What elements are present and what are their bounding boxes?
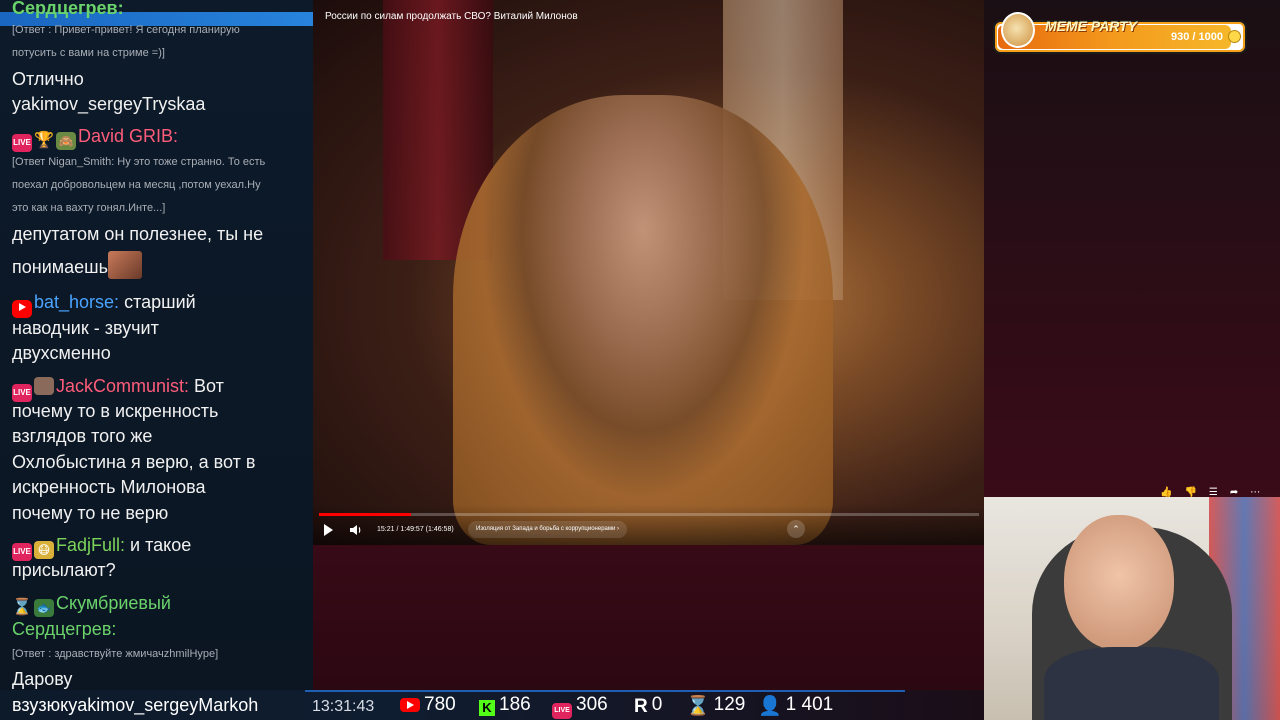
chat-username: FadjFull: (56, 535, 126, 555)
chat-message: почему то в искренность (12, 401, 219, 421)
meme-count: 930 / 1000 (1171, 31, 1223, 43)
emote-badge-icon: 🐟 (34, 599, 54, 617)
meme-title: MEME PARTY (1045, 18, 1138, 34)
twitch-viewers: ⌛ 129 (686, 694, 745, 718)
video-person (453, 95, 833, 545)
progress-fill (319, 513, 412, 516)
chevron-up-icon[interactable]: ⌃ (787, 520, 805, 538)
user-icon: 👤 (758, 696, 782, 717)
youtube-icon (400, 698, 420, 712)
emote-badge-icon: 😷 (34, 541, 54, 559)
time-display: 15:21 / 1:49:57 (1:46:58) (377, 526, 454, 533)
kick-count: 186 (499, 694, 531, 715)
rutube-icon: R (634, 696, 648, 717)
chat-username: Сердцегрев: (12, 619, 117, 639)
chat-username: bat_horse: (34, 292, 120, 312)
chat-message: ⌛ 🐟 Скумбриевый (12, 591, 308, 617)
progress-bar[interactable] (319, 513, 979, 516)
avatar-badge-icon (34, 377, 54, 395)
chat-username: JackCommunist: (56, 376, 190, 396)
chat-reply: поехал добровольцем на месяц ,потом уеха… (12, 179, 261, 191)
vkplay-count: 306 (576, 694, 608, 715)
chat-message: bat_horse: старший (12, 290, 308, 318)
chat-text: Вот (194, 376, 224, 396)
stats-accent-line (305, 690, 905, 692)
vkplay-viewers: LIVE 306 (552, 694, 608, 719)
chat-message: двухсменно (12, 343, 111, 363)
chat-message: взглядов того же (12, 426, 153, 446)
chat-message: понимаешь (12, 251, 308, 280)
chat-message: почему то не верю (12, 503, 169, 523)
volume-icon[interactable] (349, 523, 363, 537)
kick-viewers: K 186 (479, 694, 531, 716)
vk-live-icon: LIVE (552, 703, 572, 719)
trophy-icon: 🏆 (34, 132, 54, 149)
chat-message: депутатом он полезнее, ты не (12, 224, 264, 244)
chapter-button[interactable]: Изоляция от Запада и борьба с коррупцион… (468, 521, 628, 538)
chat-reply: [Ответ : Привет-привет! Я сегодня планир… (12, 24, 240, 36)
play-icon[interactable] (324, 524, 333, 536)
chat-message: Отлично (12, 69, 84, 89)
chat-message: Дарову (12, 669, 73, 689)
video-player[interactable]: России по силам продолжать СВО? Виталий … (313, 0, 984, 545)
chat-text: и такое (130, 535, 192, 555)
streamer-face (1064, 515, 1174, 650)
emote-badge-icon: 🙈 (56, 132, 76, 150)
rutube-viewers: R0 (634, 694, 662, 718)
chat-message: Охлобыстина я верю, а вот в (12, 452, 256, 472)
chat-message: LIVE 😷 FadjFull: и такое (12, 533, 308, 561)
chat-reply: это как на вахту гонял.Инте...] (12, 202, 166, 214)
total-count: 1 401 (785, 694, 834, 715)
twitch-count: 129 (713, 694, 746, 715)
chat-message: искренность Милонова (12, 477, 206, 497)
rutube-count: 0 (651, 694, 663, 715)
chat-message: yakimov_sergeyTryskaa (12, 94, 206, 114)
total-viewers: 👤 1 401 (758, 694, 833, 718)
chat-reply: потусить с вами на стриме =)] (12, 47, 165, 59)
chat-reply: [Ответ : здравствуйте жмичачzhmilHype] (12, 648, 219, 660)
chat-message: LIVE 🏆 🙈 David GRIB: (12, 124, 308, 152)
viewer-stats-bar: взузюкуakimov_sergeyMarkoh 13:31:43 780 … (0, 690, 984, 720)
youtube-count: 780 (424, 694, 456, 715)
webcam-feed (984, 497, 1280, 720)
clock: 13:31:43 (312, 698, 375, 715)
meme-party-widget: MEME PARTY 930 / 1000 (993, 12, 1247, 54)
chat-text: понимаешь (12, 257, 108, 277)
youtube-viewers: 780 (400, 694, 456, 716)
chat-username: David GRIB: (78, 126, 179, 146)
kick-icon: K (479, 700, 495, 716)
chat-panel: Сердцегрев: [Ответ : Привет-привет! Я се… (0, 0, 313, 690)
live-badge-icon: LIVE (12, 134, 32, 152)
chat-username: Скумбриевый (56, 593, 171, 613)
streamer-shirt (1044, 647, 1219, 720)
doge-icon (1001, 12, 1035, 48)
chat-message: взузюкуakimov_sergeyMarkoh (12, 695, 259, 715)
chat-reply: [Ответ Nigan_Smith: Ну это тоже странно.… (12, 156, 266, 168)
chat-message: наводчик - звучит (12, 318, 159, 338)
chat-message: LIVE JackCommunist: Вот (12, 374, 308, 402)
hourglass-icon: ⌛ (12, 599, 32, 616)
chat-username: Сердцегрев: (12, 0, 124, 18)
coin-icon (1228, 30, 1241, 43)
stream-layout: Сердцегрев: [Ответ : Привет-привет! Я се… (0, 0, 1280, 720)
video-title[interactable]: России по силам продолжать СВО? Виталий … (325, 11, 578, 22)
chapter-label: Изоляция от Запада и борьба с коррупцион… (476, 526, 616, 532)
player-controls (313, 505, 984, 545)
chat-message: присылают? (12, 560, 116, 580)
laughing-emote-icon (107, 251, 142, 279)
twitch-icon: ⌛ (686, 696, 710, 717)
chat-text: старший (124, 292, 196, 312)
